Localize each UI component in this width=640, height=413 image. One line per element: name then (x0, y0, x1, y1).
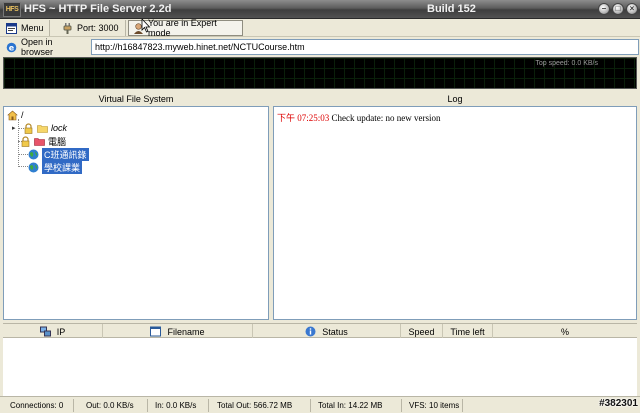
open-in-browser-button[interactable]: e Open in browser (2, 37, 89, 57)
toolbar: Menu Port: 3000 You are in Expert mode (0, 18, 640, 38)
hfs-logo-icon[interactable]: HFS (3, 2, 21, 17)
window-title: HFS ~ HTTP File Server 2.2d (24, 3, 172, 15)
tree-item[interactable]: 學校課業 (28, 160, 83, 174)
column-status-label: Status (322, 326, 348, 337)
column-time-left-label: Time left (450, 326, 485, 337)
plug-icon (63, 22, 72, 34)
tree-root[interactable]: / (7, 109, 24, 121)
home-icon (7, 110, 18, 120)
column-filename[interactable]: Filename (103, 324, 253, 339)
tree-item[interactable]: C班通訊錄 (28, 147, 89, 161)
info-icon (305, 326, 316, 337)
column-percent[interactable]: % (493, 324, 637, 339)
column-status[interactable]: Status (253, 324, 401, 339)
folder-red-icon (34, 137, 45, 146)
column-filename-label: Filename (167, 326, 205, 337)
bandwidth-graph: Top speed: 0.0 KB/s (3, 57, 637, 89)
tree-line (18, 166, 28, 167)
status-total-out: Total Out: 566.72 MB (213, 399, 311, 412)
connections-header: IP Filename Status Speed Time left % (3, 323, 637, 339)
url-bar: e Open in browser http://h16847823.myweb… (0, 37, 640, 57)
globe-icon (28, 162, 39, 172)
menu-label: Menu (21, 23, 44, 33)
tree-item-label: lock (51, 123, 68, 133)
status-in-speed: In: 0.0 KB/s (151, 399, 209, 412)
column-percent-label: % (560, 326, 569, 337)
expert-mode-label: You are in Expert mode (148, 18, 217, 38)
maximize-button[interactable]: □ (612, 3, 624, 15)
tree-item-label: C班通訊錄 (42, 147, 89, 161)
svg-text:e: e (9, 43, 15, 52)
title-bar[interactable]: HFS HFS ~ HTTP File Server 2.2d Build 15… (0, 0, 640, 19)
tree-item-label: 電腦 (48, 136, 67, 147)
status-vfs-items: VFS: 10 items (405, 399, 463, 412)
padlock-icon (21, 135, 30, 147)
log-entry-message: Check update: no new version (331, 113, 441, 123)
build-label: Build 152 (427, 3, 476, 15)
tree-item[interactable]: 電腦 (20, 135, 66, 147)
status-bar: Connections: 0 Out: 0.0 KB/s In: 0.0 KB/… (0, 396, 640, 413)
folder-icon (37, 124, 48, 133)
watermark: #382301 (599, 398, 638, 409)
tree-item-label: 學校課業 (42, 160, 83, 174)
tree-item[interactable]: ▸ lock (12, 122, 67, 134)
network-icon (39, 326, 51, 337)
connections-list[interactable] (3, 338, 637, 396)
tree-root-label: / (21, 110, 24, 120)
log-entry-time: 下午 07:25:03 (277, 113, 330, 123)
top-speed-label: Top speed: 0.0 KB/s (535, 60, 598, 67)
menu-button[interactable]: Menu (2, 20, 50, 36)
port-label: Port: 3000 (77, 23, 119, 33)
column-ip-label: IP (56, 326, 66, 337)
padlock-icon (24, 122, 33, 134)
open-in-browser-label: Open in browser (21, 37, 54, 57)
tree-line (18, 154, 28, 155)
close-button[interactable]: × (626, 3, 638, 15)
expand-arrow-icon[interactable]: ▸ (12, 124, 20, 132)
log-header: Log (273, 93, 637, 106)
mouse-cursor-icon (141, 19, 151, 33)
port-button[interactable]: Port: 3000 (58, 20, 126, 36)
log-panel[interactable]: 下午 07:25:03 Check update: no new version (273, 106, 637, 320)
virtual-file-system-tree[interactable]: / ▸ lock 電腦 C班通訊錄 學校課業 (3, 106, 269, 320)
column-time-left[interactable]: Time left (443, 324, 493, 339)
url-field[interactable]: http://h16847823.myweb.hinet.net/NCTUCou… (91, 39, 639, 55)
status-connections: Connections: 0 (6, 399, 74, 412)
status-out-speed: Out: 0.0 KB/s (82, 399, 148, 412)
menu-icon (6, 22, 17, 34)
browser-e-icon: e (6, 42, 17, 52)
column-speed-label: Speed (408, 326, 435, 337)
column-ip[interactable]: IP (3, 324, 103, 339)
column-speed[interactable]: Speed (401, 324, 443, 339)
globe-icon (28, 149, 39, 159)
log-entry: 下午 07:25:03 Check update: no new version (277, 111, 441, 124)
status-total-in: Total In: 14.22 MB (314, 399, 402, 412)
file-window-icon (150, 326, 162, 337)
vfs-header: Virtual File System (3, 93, 269, 106)
minimize-button[interactable]: – (598, 3, 610, 15)
